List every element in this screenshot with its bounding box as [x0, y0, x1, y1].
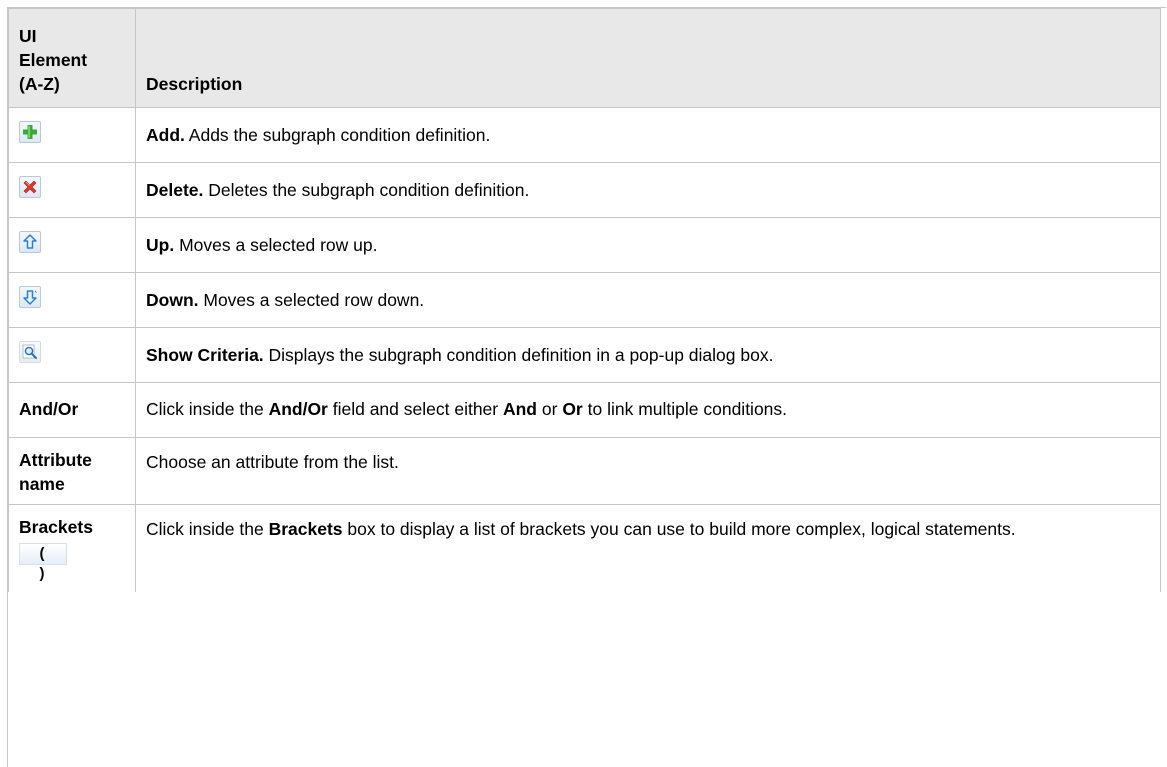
delete-icon — [19, 176, 41, 198]
up-text: Moves a selected row up. — [174, 235, 378, 255]
ui-elements-table-frame: UI Element (A-Z) Description Add. Adds t… — [7, 7, 1166, 767]
cell-attribute-element: Attribute name — [8, 437, 136, 505]
and-or-bold-1: And/Or — [268, 399, 328, 419]
and-or-text-1: Click inside the — [146, 399, 269, 419]
table-row-show-criteria: Show Criteria. Displays the subgraph con… — [8, 327, 1161, 383]
cell-add-description: Add. Adds the subgraph condition definit… — [135, 107, 1161, 163]
table-row-down: Down. Moves a selected row down. — [8, 272, 1161, 328]
table-row-delete: Delete. Deletes the subgraph condition d… — [8, 162, 1161, 218]
cell-delete-description: Delete. Deletes the subgraph condition d… — [135, 162, 1161, 218]
brackets-text-1: Click inside the — [146, 519, 269, 539]
header-description: Description — [135, 8, 1161, 108]
down-name: Down. — [146, 290, 199, 310]
and-or-text-2: field and select either — [327, 399, 503, 419]
cell-and-or-description: Click inside the And/Or field and select… — [135, 382, 1161, 438]
cell-show-criteria-description: Show Criteria. Displays the subgraph con… — [135, 327, 1161, 383]
down-text: Moves a selected row down. — [198, 290, 425, 310]
brackets-element-label: Brackets — [19, 517, 93, 537]
brackets-text-2: box to display a list of brackets you ca… — [342, 519, 1016, 539]
cell-and-or-element: And/Or — [8, 382, 136, 438]
cell-attribute-description: Choose an attribute from the list. — [135, 437, 1161, 505]
table-row-add: Add. Adds the subgraph condition definit… — [8, 107, 1161, 163]
and-or-text-3: or — [537, 399, 563, 419]
up-arrow-icon — [19, 231, 41, 253]
and-or-bold-2: And — [502, 399, 538, 419]
header-ui-element: UI Element (A-Z) — [8, 8, 136, 108]
attribute-element-line1: Attribute — [19, 450, 92, 470]
cell-down-description: Down. Moves a selected row down. — [135, 272, 1161, 328]
ui-elements-table: UI Element (A-Z) Description Add. Adds t… — [8, 8, 1161, 592]
cell-up-description: Up. Moves a selected row up. — [135, 217, 1161, 273]
header-ui-element-line3: (A-Z) — [19, 74, 60, 94]
delete-name: Delete. — [146, 180, 204, 200]
table-row-attribute-name: Attribute name Choose an attribute from … — [8, 437, 1161, 505]
table-row-up: Up. Moves a selected row up. — [8, 217, 1161, 273]
brackets-bold-1: Brackets — [268, 519, 343, 539]
add-icon — [19, 121, 41, 143]
brackets-icon: ( ) — [19, 543, 67, 582]
cell-up-icon — [8, 217, 136, 273]
table-row-brackets: Brackets ( ) Click inside the Brackets b… — [8, 504, 1161, 592]
cell-delete-icon — [8, 162, 136, 218]
magnifier-icon — [19, 341, 41, 363]
cell-down-icon — [8, 272, 136, 328]
delete-text: Deletes the subgraph condition definitio… — [203, 180, 530, 200]
show-criteria-text: Displays the subgraph condition definiti… — [263, 345, 774, 365]
up-name: Up. — [146, 235, 175, 255]
header-ui-element-line1: UI — [19, 26, 37, 46]
cell-brackets-description: Click inside the Brackets box to display… — [135, 504, 1161, 592]
add-name: Add. — [146, 125, 185, 145]
cell-add-icon — [8, 107, 136, 163]
down-arrow-icon — [19, 286, 41, 308]
cell-show-criteria-icon — [8, 327, 136, 383]
header-ui-element-line2: Element — [19, 50, 88, 70]
add-text: Adds the subgraph condition definition. — [184, 125, 491, 145]
cell-brackets-element: Brackets ( ) — [8, 504, 136, 592]
attribute-element-line2: name — [19, 474, 65, 494]
and-or-bold-3: Or — [562, 399, 583, 419]
and-or-text-4: to link multiple conditions. — [582, 399, 788, 419]
table-row-and-or: And/Or Click inside the And/Or field and… — [8, 382, 1161, 438]
show-criteria-name: Show Criteria. — [146, 345, 264, 365]
